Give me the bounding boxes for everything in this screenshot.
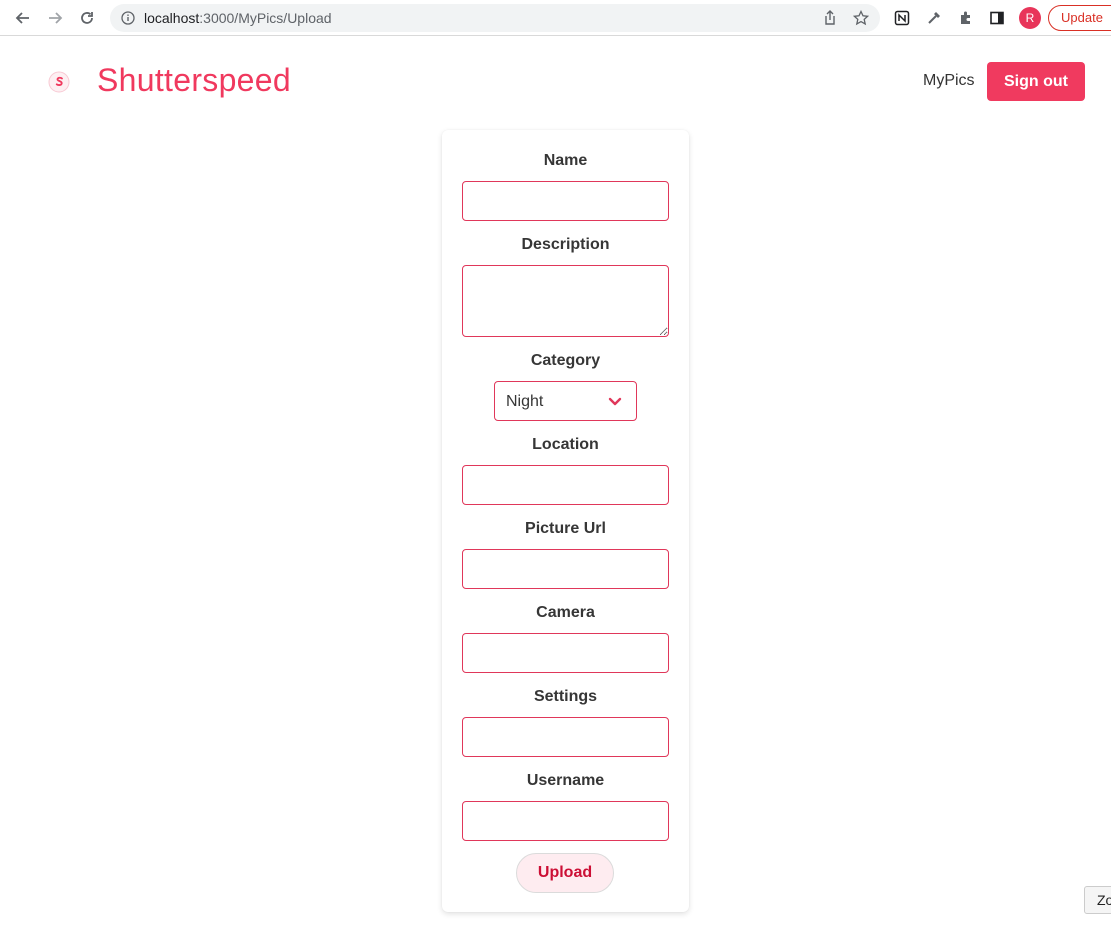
eyedropper-extension-icon[interactable] — [924, 8, 944, 28]
shutterspeed-logo-icon[interactable] — [47, 70, 71, 94]
extensions-puzzle-icon[interactable] — [956, 8, 976, 28]
camera-input[interactable] — [462, 633, 669, 673]
username-label: Username — [526, 772, 605, 789]
bookmark-star-icon[interactable] — [852, 9, 870, 27]
info-icon[interactable] — [119, 9, 137, 27]
picture-url-input[interactable] — [462, 549, 669, 589]
back-icon[interactable] — [12, 7, 34, 29]
upload-form-card: Name Description Category Night Location… — [442, 130, 689, 912]
notion-extension-icon[interactable] — [892, 8, 912, 28]
settings-input[interactable] — [462, 717, 669, 757]
reload-icon[interactable] — [76, 7, 98, 29]
update-button[interactable]: Update — [1048, 5, 1111, 31]
category-selected-value: Night — [506, 393, 544, 410]
location-label: Location — [532, 436, 599, 453]
name-label: Name — [543, 152, 588, 169]
url-host: localhost — [144, 10, 200, 26]
location-input[interactable] — [462, 465, 669, 505]
address-bar[interactable]: localhost:3000/MyPics/Upload — [110, 4, 880, 32]
username-input[interactable] — [462, 801, 669, 841]
share-icon[interactable] — [821, 9, 839, 27]
side-panel-icon[interactable] — [987, 8, 1007, 28]
description-textarea[interactable] — [462, 265, 669, 337]
upload-button[interactable]: Upload — [516, 853, 614, 893]
chevron-down-icon — [607, 395, 623, 409]
app-title[interactable]: Shutterspeed — [97, 62, 291, 99]
nav-mypics-link[interactable]: MyPics — [923, 72, 975, 90]
settings-label: Settings — [533, 688, 598, 705]
sign-out-button[interactable]: Sign out — [987, 62, 1085, 101]
picture-url-label: Picture Url — [525, 520, 606, 537]
browser-toolbar: localhost:3000/MyPics/Upload R Update — [0, 0, 1111, 36]
url-text: localhost:3000/MyPics/Upload — [144, 10, 332, 26]
profile-avatar[interactable]: R — [1019, 7, 1041, 29]
forward-icon[interactable] — [44, 7, 66, 29]
camera-label: Camera — [536, 604, 595, 621]
zoom-popup[interactable]: Zo — [1084, 886, 1111, 914]
category-select[interactable]: Night — [494, 381, 637, 421]
name-input[interactable] — [462, 181, 669, 221]
description-label: Description — [521, 236, 610, 253]
category-label: Category — [530, 352, 601, 369]
url-path: :3000/MyPics/Upload — [199, 10, 332, 26]
